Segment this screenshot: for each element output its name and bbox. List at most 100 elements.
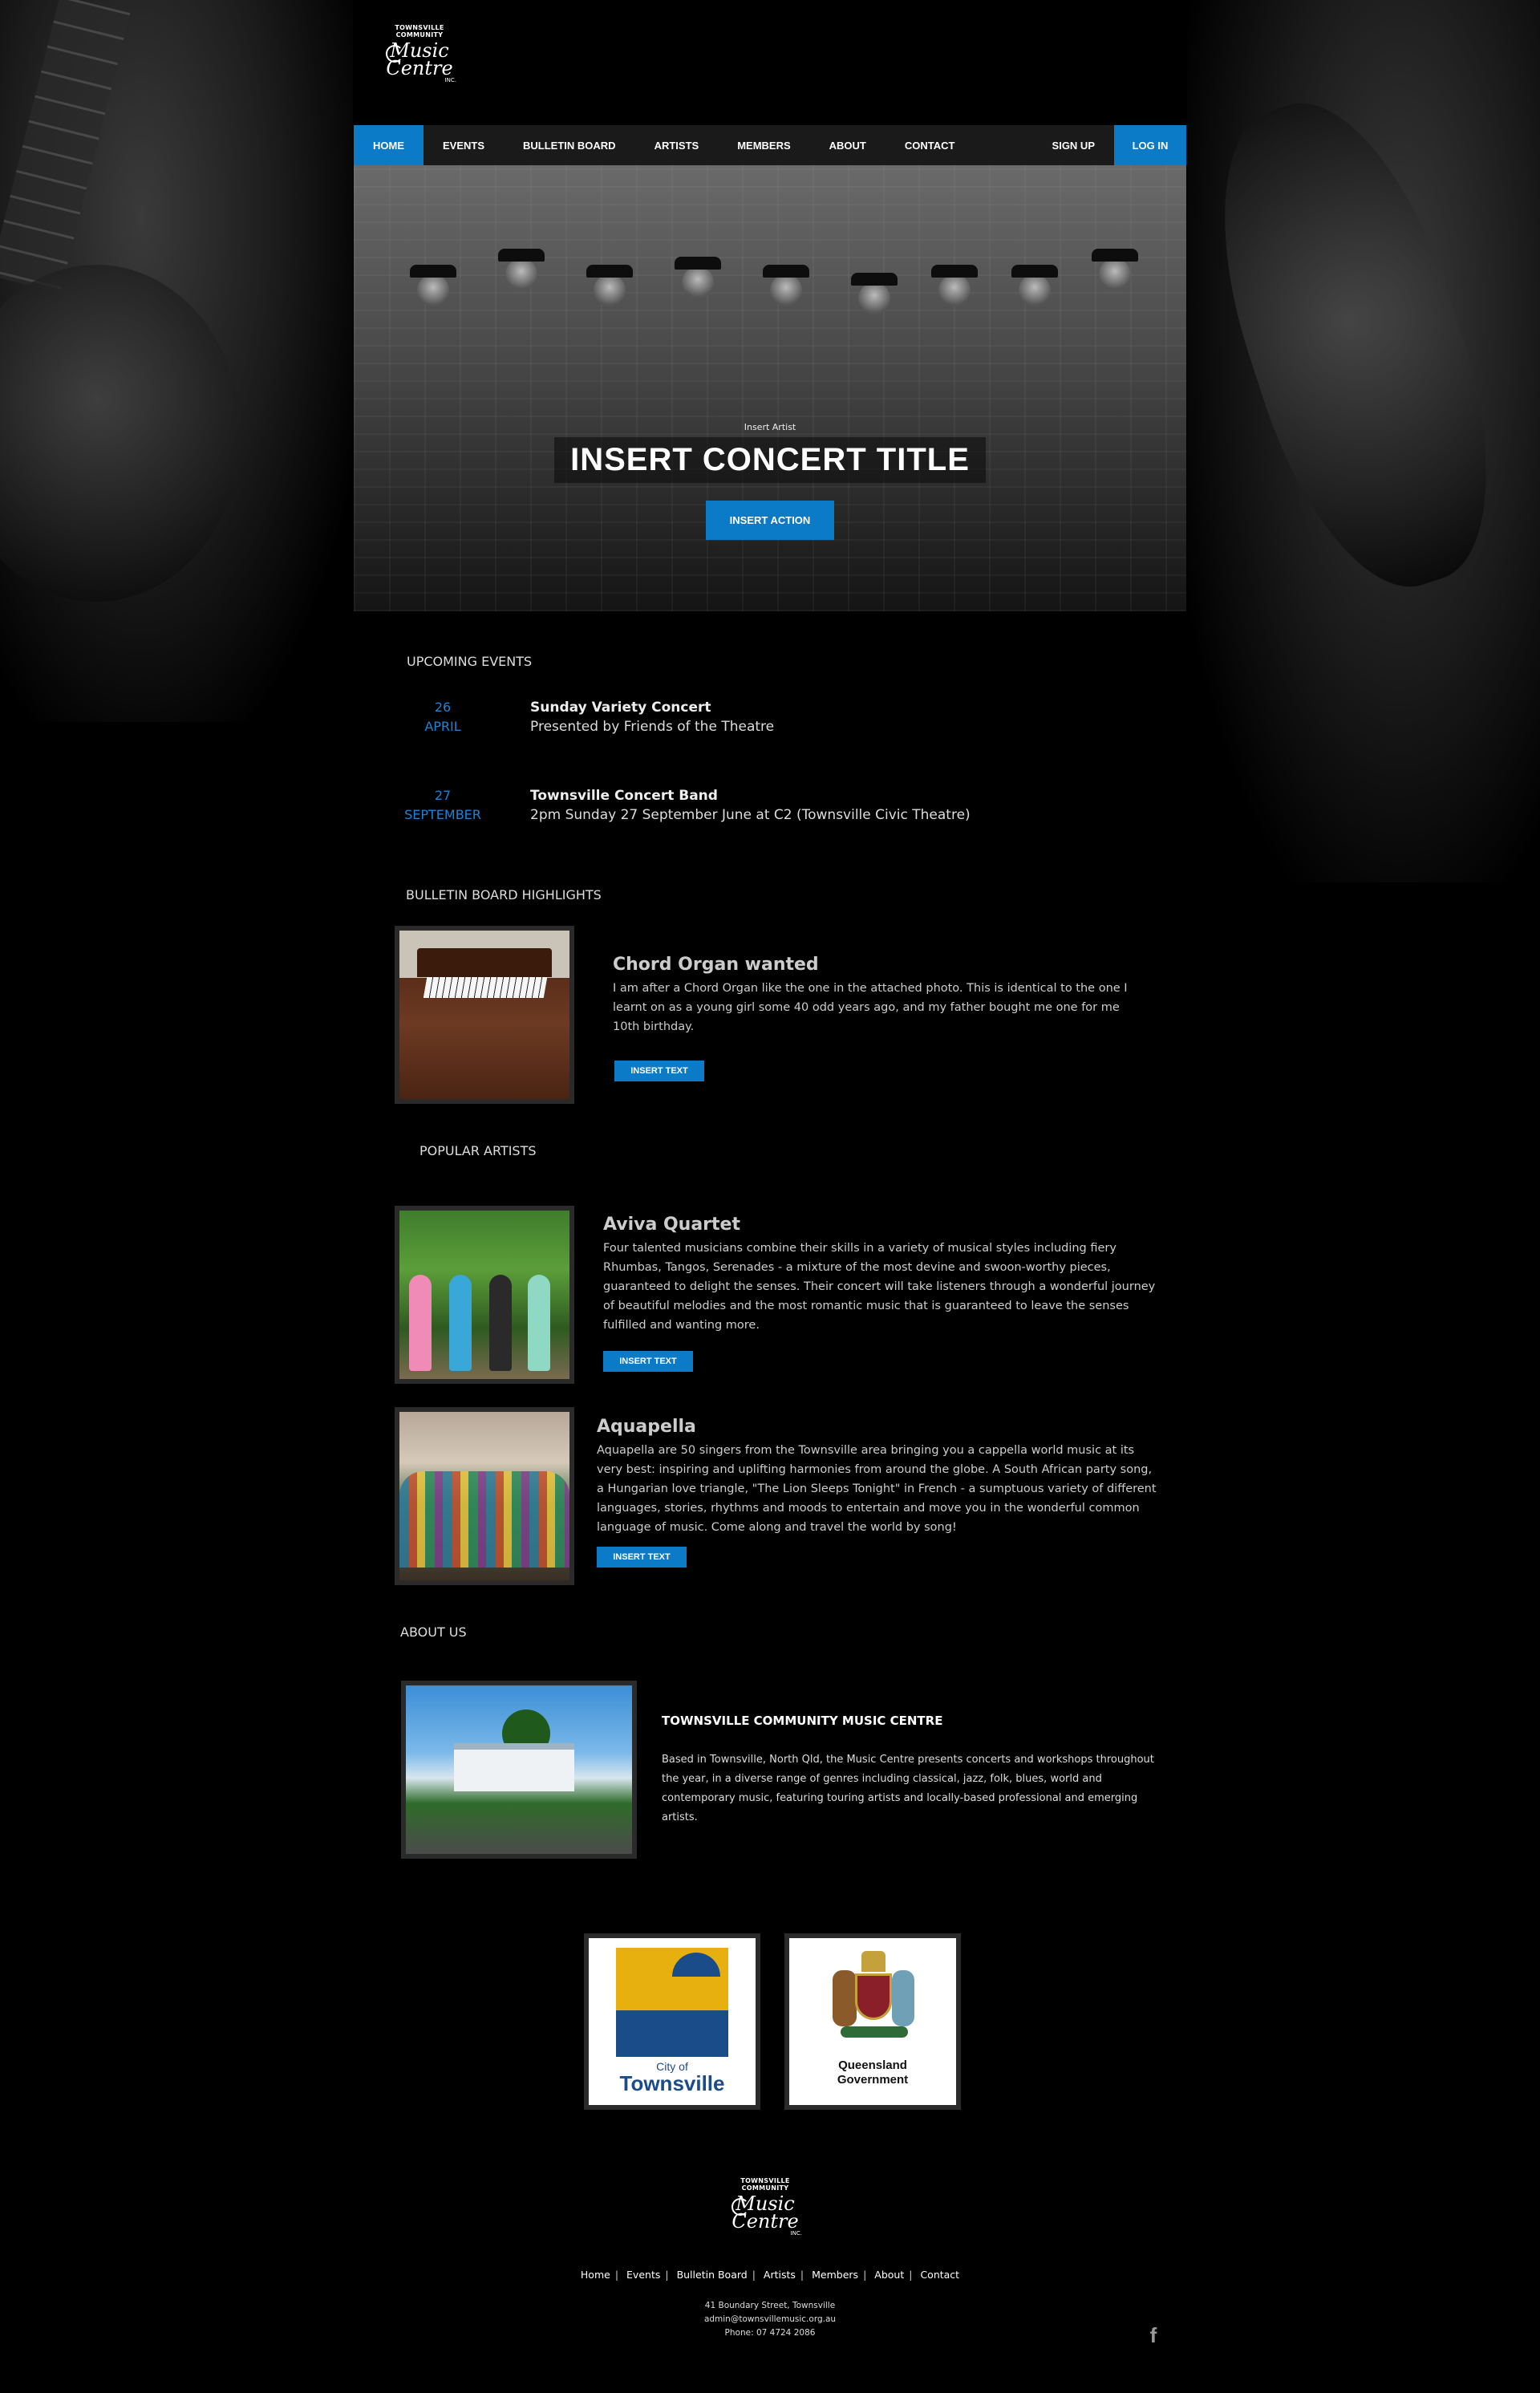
logo-swirl-icon <box>386 45 403 63</box>
facebook-icon[interactable]: f <box>1145 2323 1161 2347</box>
footer-address: 41 Boundary Street, Townsville <box>704 2301 836 2310</box>
event-date: 26 APRIL <box>399 698 487 736</box>
hero-artist: Insert Artist <box>744 422 796 432</box>
about-heading: ABOUT US <box>400 1624 467 1640</box>
hero-action-button[interactable]: INSERT ACTION <box>705 501 835 540</box>
guitar-neck-decoration <box>0 0 131 294</box>
nav-artists[interactable]: ARTISTS <box>635 125 719 165</box>
choir-crowd <box>399 1471 569 1568</box>
nav-events[interactable]: EVENTS <box>424 125 504 165</box>
musician-figure <box>528 1275 550 1371</box>
musician-figure <box>449 1275 472 1371</box>
event-month: APRIL <box>424 719 461 734</box>
queensland-government-label: Queensland Government <box>789 2058 956 2087</box>
event-info: Townsville Concert Band 2pm Sunday 27 Se… <box>530 786 971 825</box>
footer-separator: | <box>665 2269 669 2281</box>
townsville-mark-sun <box>616 1948 728 2010</box>
nav-log-in[interactable]: LOG IN <box>1114 125 1186 165</box>
queensland-crest-icon <box>829 1946 918 2050</box>
event-item[interactable]: 27 SEPTEMBER Townsville Concert Band 2pm… <box>354 786 1186 834</box>
crest-deer <box>833 1970 857 2026</box>
main-nav: HOME EVENTS BULLETIN BOARD ARTISTS MEMBE… <box>354 125 1186 165</box>
background-violin <box>1179 0 1540 882</box>
logo-line1: TOWNSVILLE COMMUNITY <box>395 24 444 39</box>
qld-line1: Queensland <box>838 2058 907 2072</box>
aquapella-image[interactable] <box>395 1407 574 1585</box>
music-centre-building-image <box>401 1681 637 1859</box>
hero-banner: Insert Artist INSERT CONCERT TITLE INSER… <box>354 165 1186 611</box>
footer-separator: | <box>909 2269 913 2281</box>
footer-separator: | <box>752 2269 756 2281</box>
event-name: Sunday Variety Concert <box>530 700 711 716</box>
footer-separator: | <box>863 2269 867 2281</box>
footer-logo-swirl-icon <box>732 2198 749 2216</box>
footer-logo-line1: TOWNSVILLE COMMUNITY <box>740 2177 790 2192</box>
event-month: SEPTEMBER <box>404 807 481 822</box>
townsville-mark-sea <box>616 2010 728 2057</box>
about-text: Based in Townsville, North Qld, the Musi… <box>662 1754 1154 1823</box>
footer-link-bulletin-board[interactable]: Bulletin Board <box>677 2269 748 2281</box>
artists-heading: POPULAR ARTISTS <box>419 1143 537 1158</box>
footer-logo[interactable]: TOWNSVILLE COMMUNITY Music Centre INC. <box>728 2177 802 2257</box>
bulletin-button[interactable]: INSERT TEXT <box>614 1061 704 1081</box>
footer-link-events[interactable]: Events <box>626 2269 660 2281</box>
townsville-mark-icon <box>616 1948 728 2057</box>
nav-members[interactable]: MEMBERS <box>718 125 809 165</box>
footer-link-home[interactable]: Home <box>581 2269 610 2281</box>
footer-link-members[interactable]: Members <box>812 2269 858 2281</box>
crest-base <box>841 2026 908 2038</box>
townsville-town-label: Townsville <box>619 2071 725 2095</box>
chord-organ-image[interactable] <box>395 926 574 1104</box>
event-day: 26 <box>434 700 452 715</box>
musician-figure <box>409 1275 432 1371</box>
background-guitar <box>0 0 353 722</box>
crest-brolga <box>892 1970 914 2026</box>
event-info: Sunday Variety Concert Presented by Frie… <box>530 698 774 736</box>
artist-button[interactable]: INSERT TEXT <box>603 1351 693 1372</box>
footer-phone: Phone: 07 4724 2086 <box>724 2328 816 2338</box>
event-date: 27 SEPTEMBER <box>399 786 487 825</box>
event-desc: 2pm Sunday 27 September June at C2 (Town… <box>530 807 971 823</box>
queensland-government-logo[interactable]: Queensland Government <box>784 1933 961 2110</box>
footer-link-about[interactable]: About <box>874 2269 904 2281</box>
event-item[interactable]: 26 APRIL Sunday Variety Concert Presente… <box>354 698 1186 746</box>
event-day: 27 <box>434 788 452 803</box>
building <box>454 1743 574 1791</box>
organ-top <box>417 948 552 977</box>
qld-line2: Government <box>837 2073 909 2087</box>
footer-link-contact[interactable]: Contact <box>920 2269 959 2281</box>
nav-contact[interactable]: CONTACT <box>886 125 975 165</box>
artist-text: Aquapella are 50 singers from the Townsv… <box>597 1444 1157 1534</box>
nav-sign-up[interactable]: SIGN UP <box>1033 125 1114 165</box>
footer-separator: | <box>800 2269 804 2281</box>
artist-text: Four talented musicians combine their sk… <box>603 1242 1156 1332</box>
nav-home[interactable]: HOME <box>354 125 424 165</box>
bulletin-heading: BULLETIN BOARD HIGHLIGHTS <box>406 887 602 902</box>
site-logo[interactable]: TOWNSVILLE COMMUNITY Music Centre INC. <box>383 24 456 104</box>
footer-email[interactable]: admin@townsvillemusic.org.au <box>704 2314 836 2324</box>
bulletin-title[interactable]: Chord Organ wanted <box>613 955 819 975</box>
hero-overlay: Insert Artist INSERT CONCERT TITLE INSER… <box>354 422 1186 540</box>
footer-nav: Home | Events | Bulletin Board | Artists | M… <box>354 2269 1186 2281</box>
artist-name[interactable]: Aviva Quartet <box>603 1215 740 1235</box>
events-heading: UPCOMING EVENTS <box>407 654 533 669</box>
nav-bulletin-board[interactable]: BULLETIN BOARD <box>504 125 635 165</box>
crest-shield <box>855 1973 892 2020</box>
bulletin-text: I am after a Chord Organ like the one in… <box>613 982 1128 1033</box>
aviva-quartet-image[interactable] <box>395 1206 574 1384</box>
artist-name[interactable]: Aquapella <box>597 1417 696 1437</box>
about-title: TOWNSVILLE COMMUNITY MUSIC CENTRE <box>662 1714 943 1728</box>
city-of-townsville-logo[interactable]: City of Townsville <box>584 1933 760 2110</box>
artist-button[interactable]: INSERT TEXT <box>597 1547 687 1568</box>
violin-decoration <box>1179 76 1532 614</box>
nav-about[interactable]: ABOUT <box>810 125 886 165</box>
musician-figure <box>489 1275 512 1371</box>
event-name: Townsville Concert Band <box>530 788 718 804</box>
event-desc: Presented by Friends of the Theatre <box>530 719 775 735</box>
guitar-body-decoration <box>0 265 241 602</box>
organ-keys <box>423 977 548 998</box>
crest-crown <box>861 1951 886 1972</box>
footer-link-artists[interactable]: Artists <box>764 2269 796 2281</box>
footer-contact: 41 Boundary Street, Townsville admin@tow… <box>354 2299 1186 2340</box>
